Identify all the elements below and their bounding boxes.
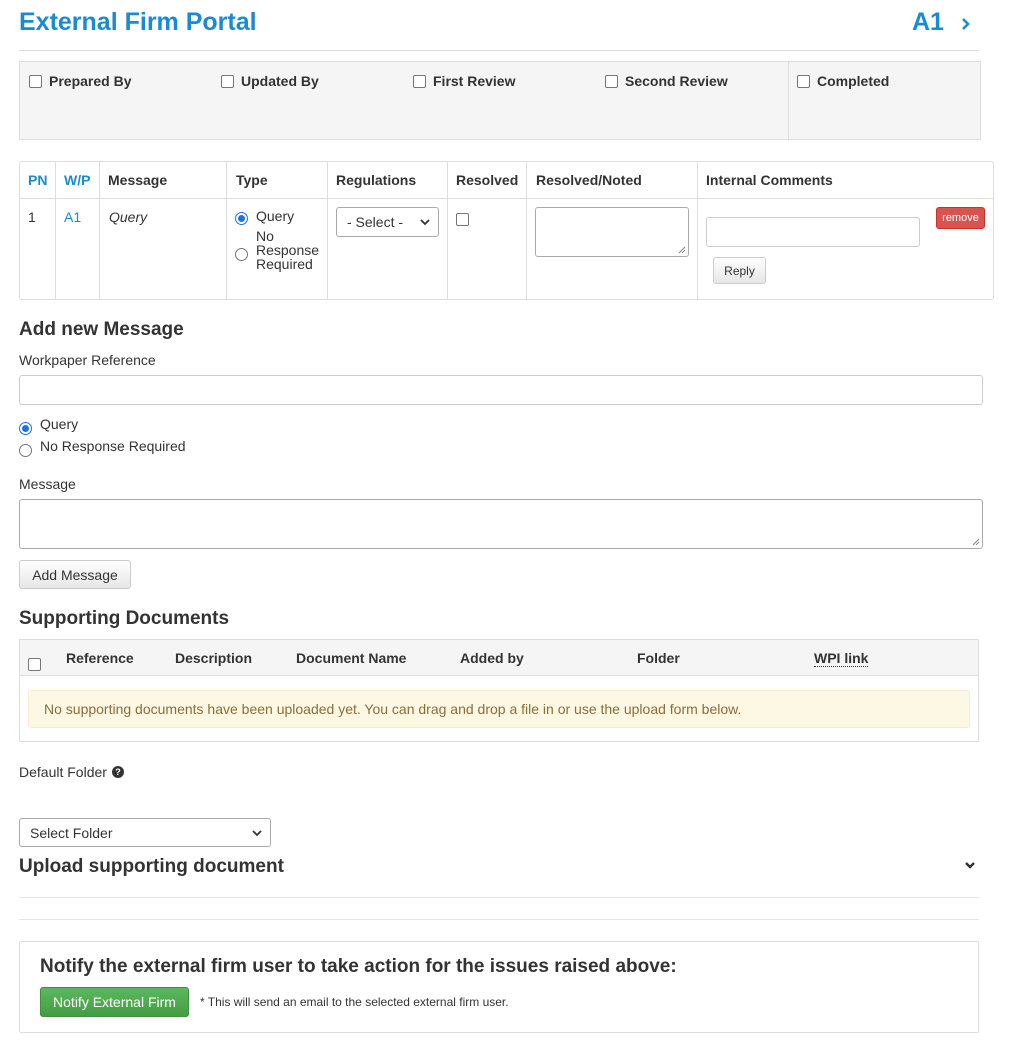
remove-button[interactable]: remove xyxy=(936,207,985,229)
message-label: Message xyxy=(19,476,76,492)
column-header-resolved-noted: Resolved/Noted xyxy=(536,172,642,188)
column-header-wpi-link: WPI link xyxy=(814,650,869,667)
column-header-type: Type xyxy=(236,172,268,188)
internal-comment-input[interactable] xyxy=(706,217,920,247)
signoff-label: First Review xyxy=(433,73,516,89)
column-divider xyxy=(99,162,100,299)
section-divider xyxy=(19,919,979,920)
column-header-folder: Folder xyxy=(637,650,680,666)
chevron-down-icon[interactable] xyxy=(963,860,977,872)
notify-note: * This will send an email to the selecte… xyxy=(200,995,509,1009)
column-divider xyxy=(226,162,227,299)
resize-grip-icon[interactable] xyxy=(972,538,980,546)
new-query-radio[interactable] xyxy=(19,421,32,435)
row-message: Query xyxy=(109,209,148,225)
signoff-second-review[interactable]: Second Review xyxy=(605,73,728,89)
default-folder-select[interactable]: Select Folder xyxy=(19,818,271,847)
signoff-updated-by[interactable]: Updated By xyxy=(221,73,319,89)
row-type-query-option[interactable] xyxy=(235,209,248,225)
new-type-query-label: Query xyxy=(40,416,79,432)
upload-section-title[interactable]: Upload supporting document xyxy=(19,856,284,878)
column-divider xyxy=(55,162,56,299)
signoff-label: Second Review xyxy=(625,73,728,89)
signoff-prepared-by[interactable]: Prepared By xyxy=(29,73,131,89)
column-divider xyxy=(526,162,527,299)
signoff-label: Updated By xyxy=(241,73,319,89)
first-review-checkbox[interactable] xyxy=(413,74,426,88)
resolved-checkbox[interactable] xyxy=(456,212,469,226)
prepared-by-checkbox[interactable] xyxy=(29,74,42,88)
resize-grip-icon[interactable] xyxy=(678,246,686,254)
chevron-down-icon xyxy=(420,219,430,226)
header-divider xyxy=(19,50,979,51)
regulations-select[interactable]: - Select - xyxy=(336,207,439,237)
new-type-query-option[interactable] xyxy=(19,419,32,435)
chevron-right-icon[interactable] xyxy=(959,14,973,34)
new-no-response-radio[interactable] xyxy=(19,443,32,457)
select-all-checkbox[interactable] xyxy=(28,657,41,671)
supporting-documents-title: Supporting Documents xyxy=(19,608,230,629)
workpaper-reference-title[interactable]: A1 xyxy=(912,8,944,37)
notify-title: Notify the external firm user to take ac… xyxy=(40,956,677,977)
signoff-first-review[interactable]: First Review xyxy=(413,73,515,89)
column-header-internal-comments: Internal Comments xyxy=(706,172,833,188)
resolved-checkbox-cell[interactable] xyxy=(456,210,469,226)
resolved-noted-textarea[interactable] xyxy=(535,207,689,257)
workpaper-reference-input[interactable] xyxy=(19,375,983,405)
signoff-label: Completed xyxy=(817,73,890,89)
no-response-radio[interactable] xyxy=(235,247,248,261)
column-header-message: Message xyxy=(108,172,168,188)
select-all-documents[interactable] xyxy=(28,655,41,671)
column-header-regulations: Regulations xyxy=(336,172,417,188)
add-message-title: Add new Message xyxy=(19,319,184,340)
column-divider xyxy=(327,162,328,299)
section-divider xyxy=(19,897,979,898)
signoff-divider xyxy=(788,61,789,140)
row-type-query-label: Query xyxy=(256,208,295,224)
regulations-select-value: - Select - xyxy=(347,214,404,230)
question-circle-icon[interactable]: ? xyxy=(112,766,124,778)
column-header-reference: Reference xyxy=(66,650,134,666)
workpaper-reference-label: Workpaper Reference xyxy=(19,352,156,368)
add-message-button[interactable]: Add Message xyxy=(19,560,131,589)
page-title: External Firm Portal xyxy=(19,8,257,36)
notify-external-firm-button[interactable]: Notify External Firm xyxy=(40,987,189,1017)
column-divider xyxy=(447,162,448,299)
row-pn: 1 xyxy=(28,209,36,225)
chevron-down-icon xyxy=(252,829,262,836)
column-header-added-by: Added by xyxy=(460,650,524,666)
updated-by-checkbox[interactable] xyxy=(221,74,234,88)
completed-checkbox[interactable] xyxy=(797,74,810,88)
new-type-no-response-option[interactable] xyxy=(19,441,32,457)
signoff-label: Prepared By xyxy=(49,73,132,89)
no-documents-notice: No supporting documents have been upload… xyxy=(28,690,970,728)
row-wp-link[interactable]: A1 xyxy=(64,209,81,225)
second-review-checkbox[interactable] xyxy=(605,74,618,88)
message-textarea[interactable] xyxy=(19,499,983,549)
reply-button[interactable]: Reply xyxy=(713,257,766,284)
column-header-resolved: Resolved xyxy=(456,172,519,188)
column-header-document-name: Document Name xyxy=(296,650,407,666)
column-header-wp[interactable]: W/P xyxy=(64,172,90,188)
column-header-pn[interactable]: PN xyxy=(28,172,47,188)
column-header-description: Description xyxy=(175,650,253,666)
signoff-completed[interactable]: Completed xyxy=(797,73,889,89)
column-divider xyxy=(697,162,698,299)
default-folder-label: Default Folder xyxy=(19,764,107,780)
default-folder-select-value: Select Folder xyxy=(30,824,113,841)
query-radio[interactable] xyxy=(235,211,248,225)
table-header-divider xyxy=(20,198,993,199)
row-type-no-response-label: No Response Required xyxy=(256,228,320,272)
row-type-no-response-option[interactable] xyxy=(235,245,248,261)
new-type-no-response-label: No Response Required xyxy=(40,438,186,454)
